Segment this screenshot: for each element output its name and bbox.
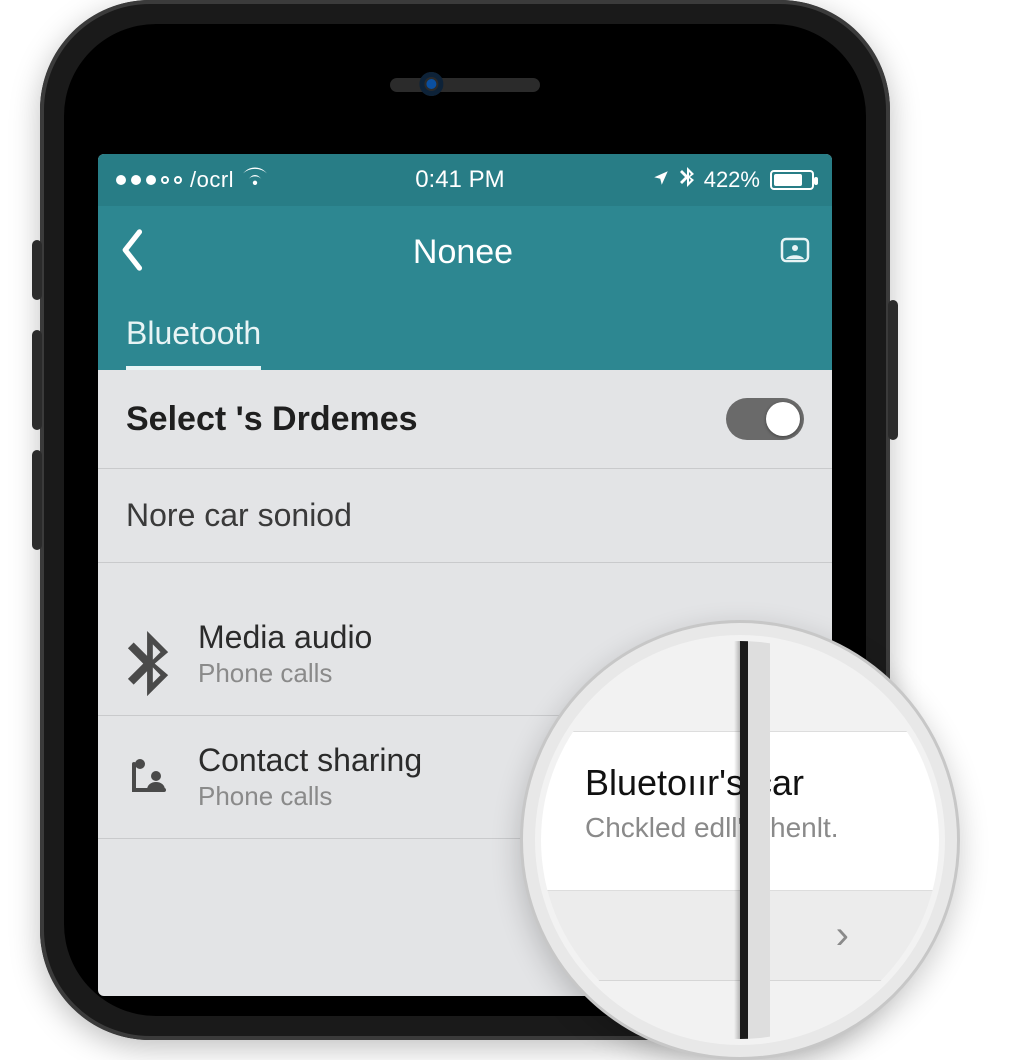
tab-bluetooth[interactable]: Bluetooth <box>126 315 261 370</box>
bluetooth-icon <box>126 631 172 677</box>
list-item-sublabel: Phone calls <box>198 658 372 689</box>
status-time: 0:41 PM <box>415 166 504 194</box>
volume-down-button <box>32 450 42 550</box>
back-button[interactable] <box>118 228 148 277</box>
carrier-label: /ocrl <box>190 167 234 193</box>
front-camera <box>419 72 443 96</box>
battery-percent: 422% <box>704 167 760 193</box>
signal-strength-icon <box>116 175 182 185</box>
status-left: /ocrl <box>116 166 268 194</box>
row-more-title: Nore car soniod <box>126 497 352 534</box>
location-icon <box>652 167 670 193</box>
wifi-icon <box>242 166 268 194</box>
contact-sharing-icon <box>126 754 172 800</box>
page-title: Nonee <box>413 233 513 272</box>
toggle-select-drdemes[interactable] <box>726 398 804 440</box>
header-action-icon[interactable] <box>778 233 812 272</box>
phone-edge-in-magnifier <box>740 641 748 1039</box>
bluetooth-status-icon <box>680 167 694 193</box>
row-select-drdemes[interactable]: Select 's Drdemes <box>98 370 832 469</box>
power-button <box>888 300 898 440</box>
earpiece-speaker <box>390 78 540 92</box>
list-item-label: Contact sharing <box>198 742 422 779</box>
battery-icon <box>770 170 814 190</box>
mute-switch <box>32 240 42 300</box>
volume-up-button <box>32 330 42 430</box>
list-item-sublabel: Phone calls <box>198 781 422 812</box>
status-right: 422% <box>652 167 814 193</box>
row-more-car[interactable]: Nore car soniod <box>98 469 832 563</box>
nav-header: Nonee <box>98 206 832 298</box>
status-bar: /ocrl 0:41 PM 422% <box>98 154 832 206</box>
tab-bar: Bluetooth <box>98 298 832 370</box>
row-select-title: Select 's Drdemes <box>126 400 418 439</box>
list-item-label: Media audio <box>198 619 372 656</box>
chevron-right-icon: › <box>836 913 849 958</box>
magnifier-callout: Bluetoıır's car Chckled edll'pl'henlt. › <box>520 620 960 1060</box>
